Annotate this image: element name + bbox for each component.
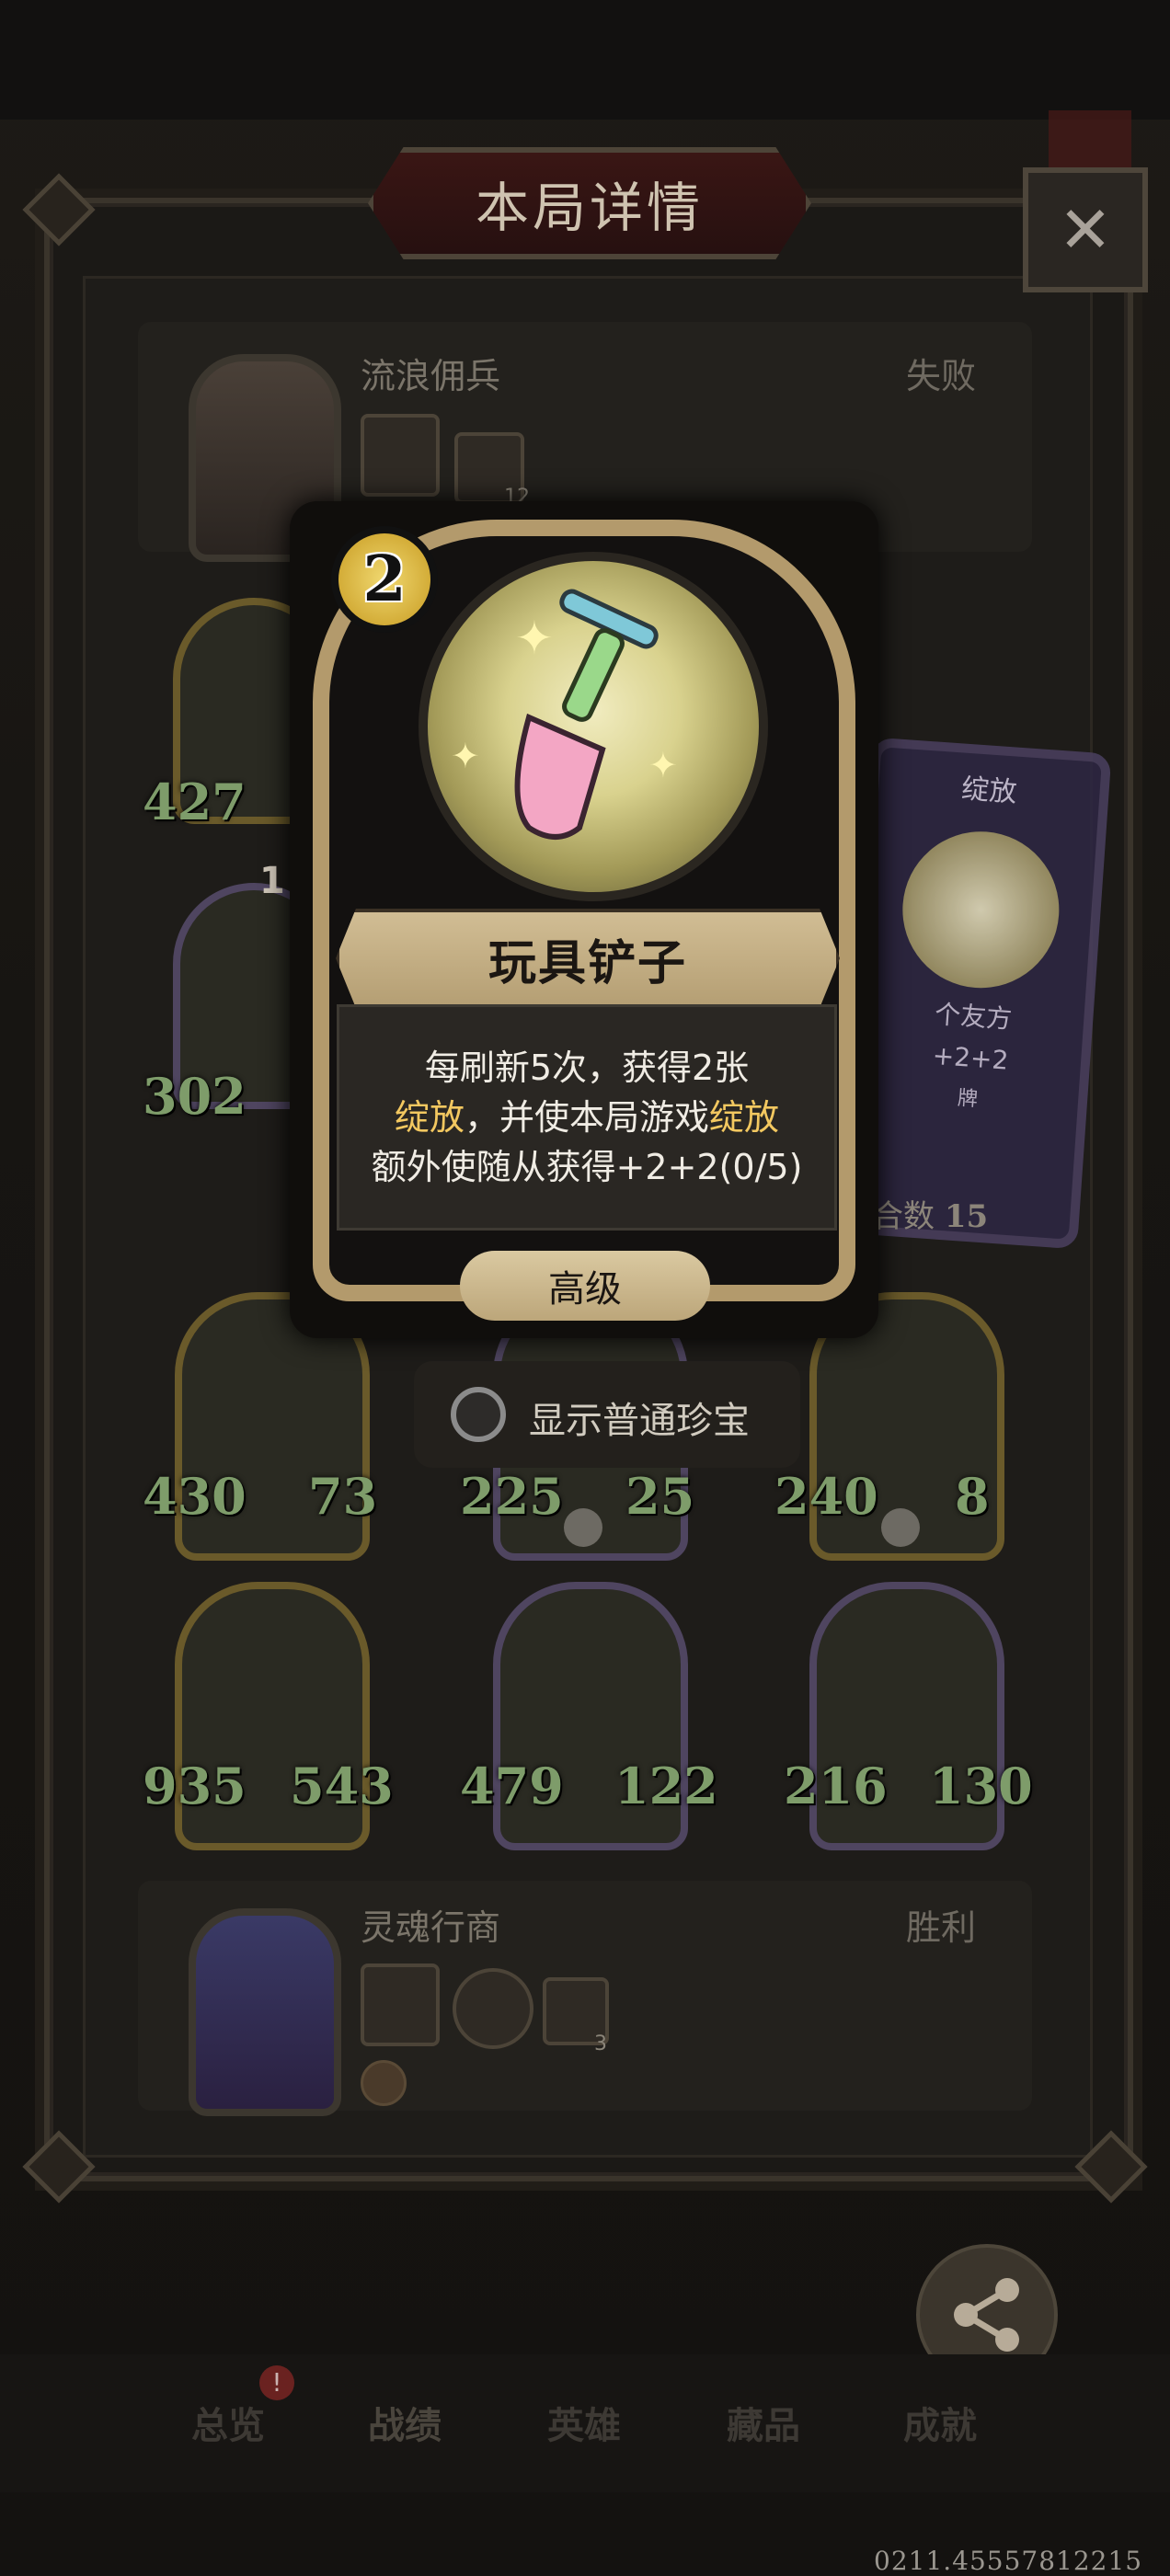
tab-achievements[interactable]: 成就 <box>903 2396 977 2449</box>
minion-health: 543 <box>290 1757 394 1815</box>
bloom-card-title: 绽放 <box>960 773 1018 809</box>
top-bar <box>0 0 1170 120</box>
close-button[interactable]: ✕ <box>1023 167 1148 292</box>
lily-icon <box>897 826 1065 993</box>
treasure-description: 每刷新5次，获得2张 绽放，并使本局游戏绽放 额外使随从获得+2+2(0/5) <box>337 1004 837 1231</box>
skull-icon <box>881 1508 920 1547</box>
treasure-name-banner: 玩具铲子 <box>336 909 840 1008</box>
bloom-card-text: 牌 <box>957 1086 979 1112</box>
hero-attack: 302 <box>143 1067 247 1126</box>
skull-icon <box>564 1508 602 1547</box>
player-result: 胜利 <box>906 1907 977 1948</box>
minion-health: 122 <box>614 1757 718 1815</box>
player-avatar <box>189 1908 341 2116</box>
minion-health: 8 <box>955 1467 990 1526</box>
treasure-tier: 高级 <box>548 1268 622 1311</box>
tab-heroes[interactable]: 英雄 <box>547 2396 621 2449</box>
tab-records[interactable]: 战绩 <box>368 2396 442 2449</box>
minion-attack: 240 <box>774 1467 878 1526</box>
tab-collection[interactable]: 藏品 <box>727 2396 800 2449</box>
desc-line: 每刷新5次，获得2张 <box>424 1048 750 1088</box>
sparkle-icon: ✦ <box>451 736 480 776</box>
player-name: 灵魂行商 <box>361 1907 501 1948</box>
minion-health: 73 <box>308 1467 378 1526</box>
minion-health: 25 <box>625 1467 695 1526</box>
notification-badge: ! <box>259 2365 294 2400</box>
opponent-hero-power-icon[interactable] <box>361 414 440 497</box>
player-item-count: 3 <box>594 2032 607 2055</box>
treasure-art <box>419 552 768 901</box>
version-text: 0211.45557812215 <box>874 2546 1143 2576</box>
sparkle-icon: ✦ <box>648 745 678 785</box>
desc-line: 额外使随从获得+2+2(0/5) <box>371 1147 803 1187</box>
bloom-card-text: +2+2 <box>931 1039 1010 1076</box>
shovel-treasure-icon[interactable] <box>453 1968 533 2049</box>
tier-badge: 高级 <box>460 1251 710 1321</box>
sparkle-icon: ✦ <box>515 612 554 665</box>
bloom-card-text: 个友方 <box>934 999 1014 1035</box>
shovel-icon <box>514 589 659 840</box>
opponent-name: 流浪佣兵 <box>361 356 501 396</box>
deck-count-label: 合数 15 <box>872 1198 989 1235</box>
radio-button[interactable] <box>451 1387 506 1442</box>
minion-attack: 216 <box>784 1757 888 1815</box>
cost-badge: 2 <box>331 526 438 633</box>
title-plate: 本局详情 <box>368 147 811 259</box>
hero-level: 1 <box>259 860 285 902</box>
desc-line: 绽放，并使本局游戏绽放 <box>394 1097 780 1138</box>
page-title: 本局详情 <box>475 178 704 238</box>
close-icon: ✕ <box>1058 192 1113 268</box>
minion-attack: 935 <box>143 1757 247 1815</box>
treasure-cost: 2 <box>362 543 407 616</box>
player-hero-power-icon[interactable] <box>361 1963 440 2046</box>
minion-attack: 430 <box>143 1467 247 1526</box>
hero-attack: 427 <box>143 773 247 831</box>
bloom-card[interactable]: 绽放 个友方 +2+2 牌 <box>838 737 1112 1250</box>
toggle-label: 显示普通珍宝 <box>529 1400 750 1442</box>
minion-attack: 225 <box>460 1467 564 1526</box>
minion-attack: 479 <box>460 1757 564 1815</box>
opponent-result: 失败 <box>906 356 977 396</box>
coin-icon[interactable] <box>361 2060 407 2106</box>
minion-health: 130 <box>929 1757 1033 1815</box>
tab-overview[interactable]: 总览 <box>191 2396 265 2449</box>
treasure-name: 玩具铲子 <box>488 935 687 991</box>
